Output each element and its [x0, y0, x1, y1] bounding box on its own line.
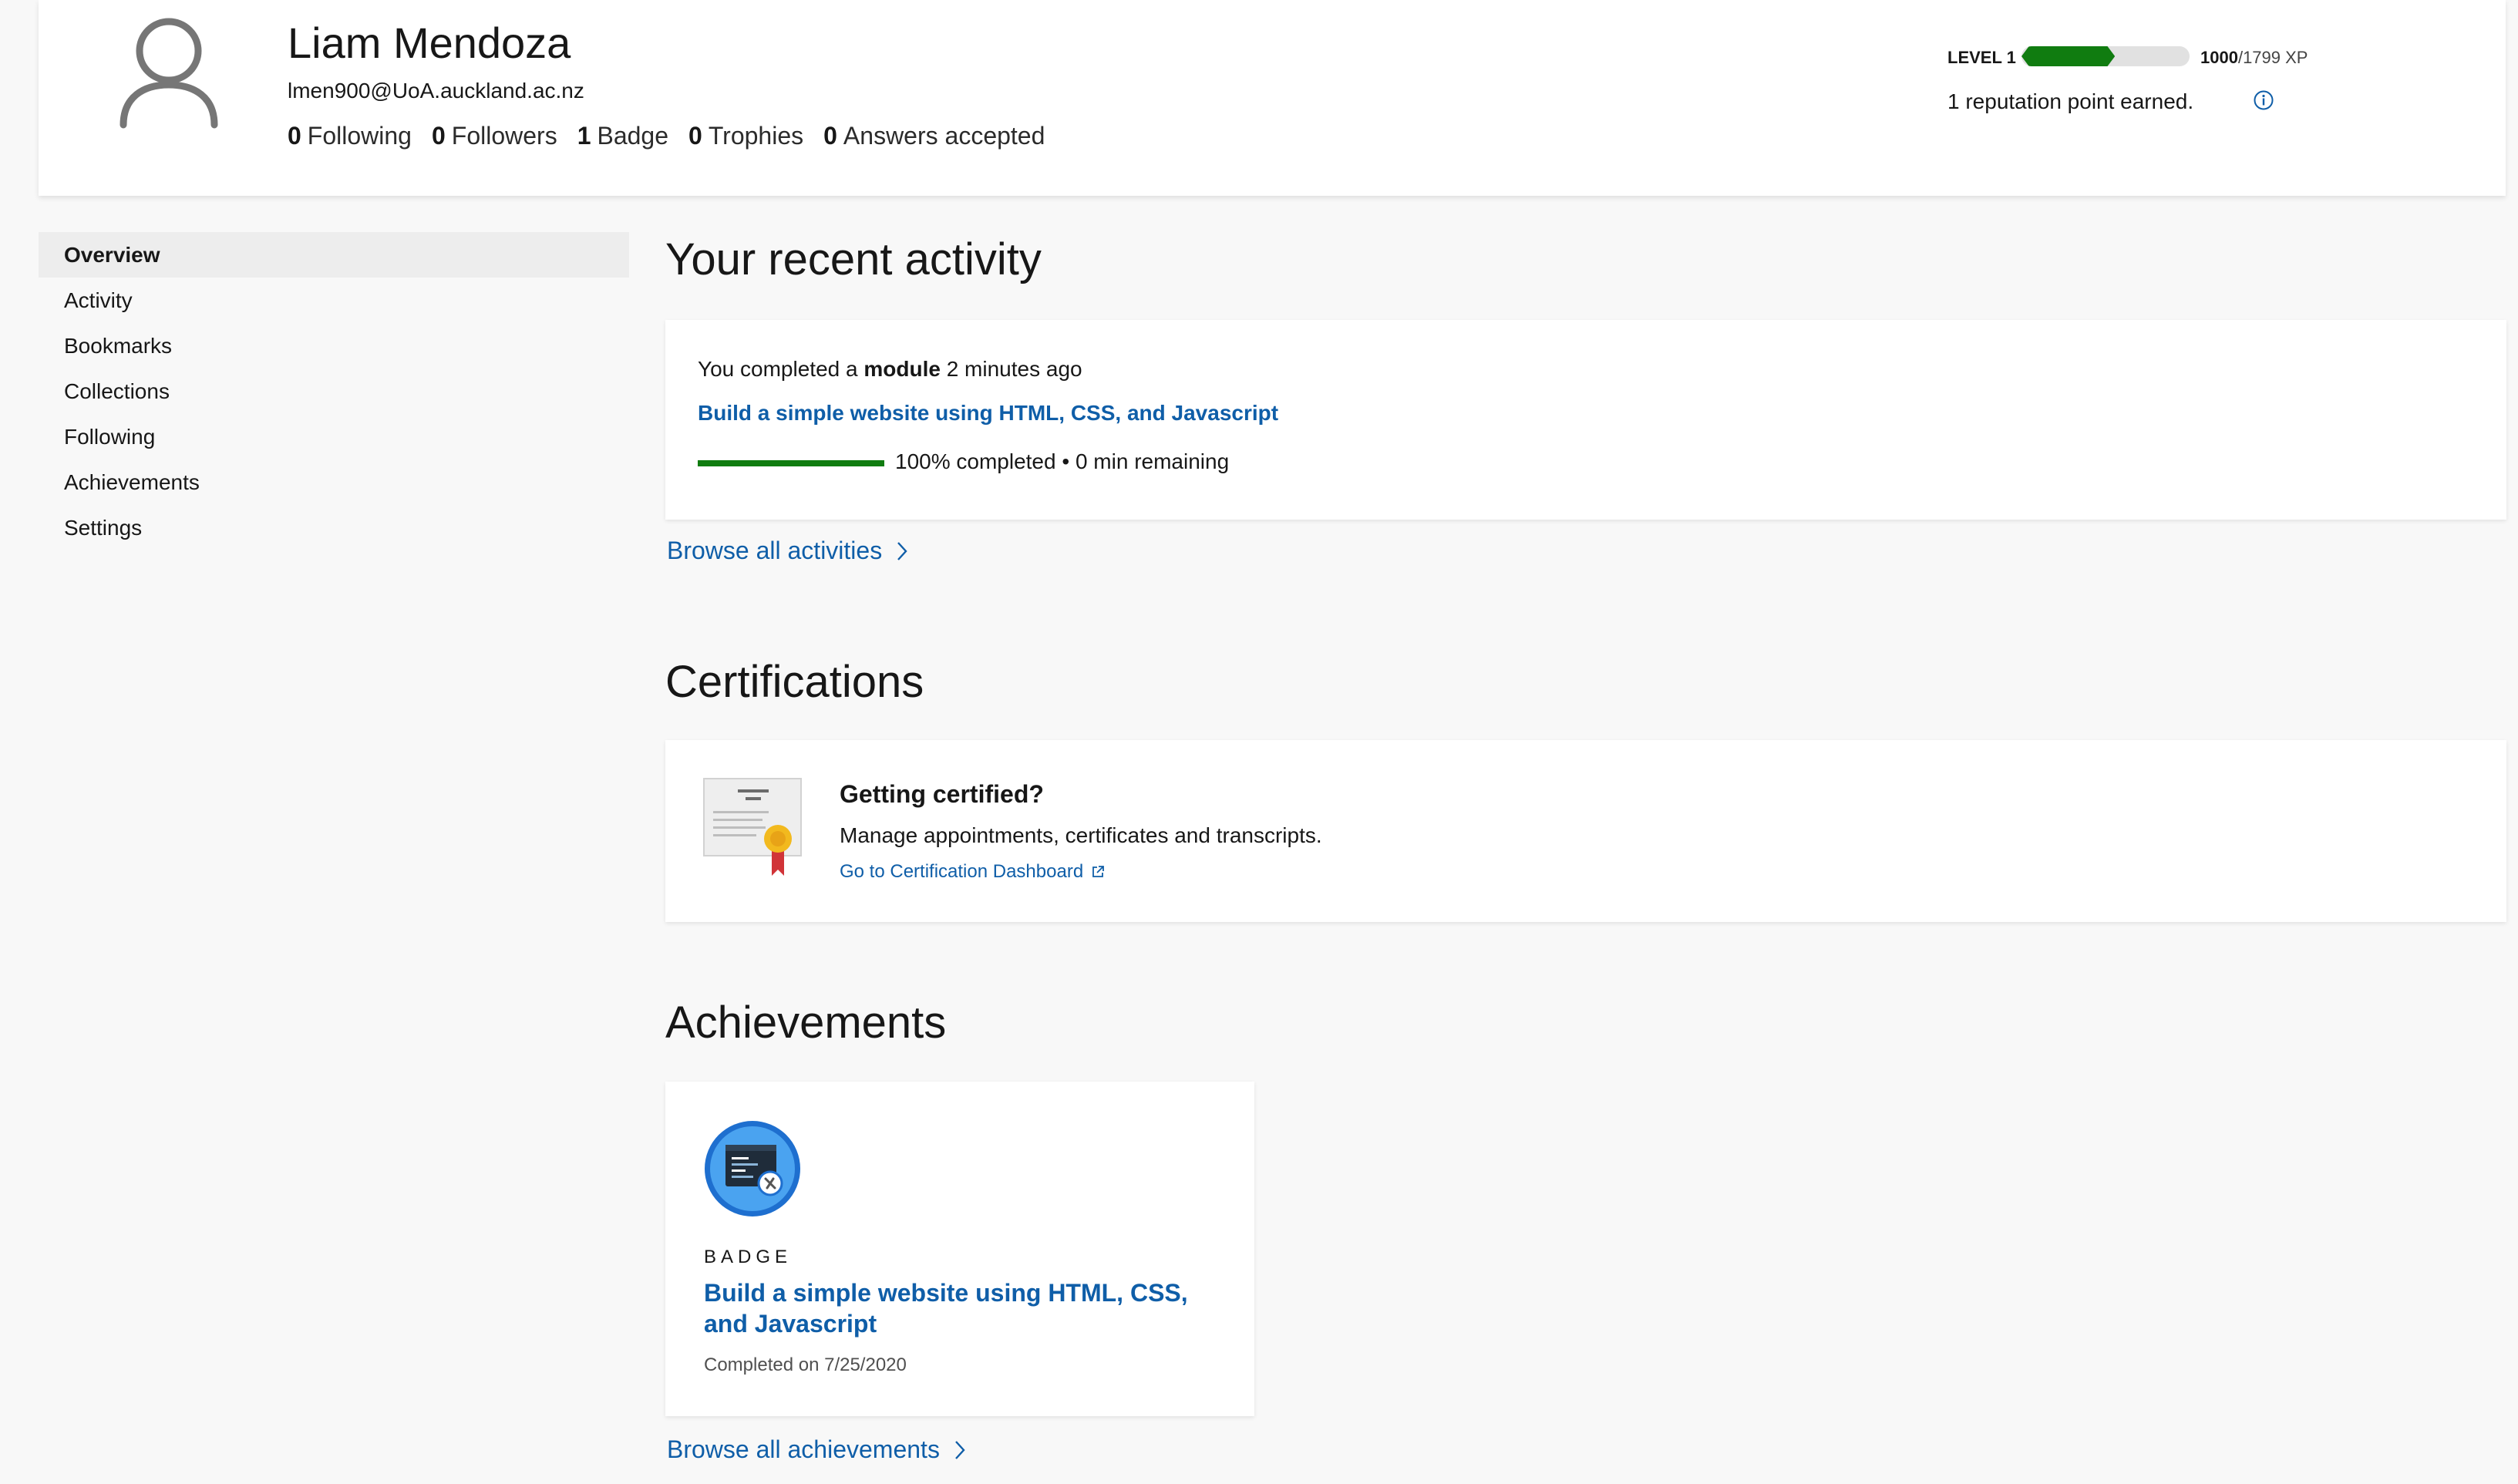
sidebar-item-following[interactable]: Following: [39, 414, 629, 459]
profile-header: Liam Mendoza lmen900@UoA.auckland.ac.nz …: [39, 0, 2506, 196]
stat-value: 0: [431, 122, 446, 150]
stat-label: Followers: [451, 122, 557, 150]
stat-value: 0: [688, 122, 702, 150]
stat-value: 0: [288, 122, 301, 150]
activity-item-type: module: [863, 357, 941, 381]
stat-label: Badge: [597, 122, 669, 150]
activity-time: 2 minutes ago: [940, 357, 1082, 381]
avatar-icon: [119, 15, 219, 130]
browse-activities-label: Browse all activities: [667, 537, 883, 564]
browse-all-activities-link[interactable]: Browse all activities: [667, 537, 908, 565]
activity-prefix: You completed a: [698, 357, 864, 381]
stat-followers[interactable]: 0 Followers: [432, 122, 557, 150]
xp-progress-bar: [2021, 46, 2190, 66]
profile-stats: 0 Following 0 Followers 1 Badge 0 Trophies 0…: [288, 122, 1065, 150]
recent-activity-heading: Your recent activity: [665, 234, 1042, 284]
module-progress-text: 100% completed • 0 min remaining: [895, 449, 1230, 473]
module-link[interactable]: Build a simple website using HTML, CSS, …: [698, 401, 1278, 426]
browse-achievements-label: Browse all achievements: [667, 1435, 940, 1463]
cert-card-title: Getting certified?: [840, 780, 1044, 808]
external-link-icon: [1092, 866, 1105, 877]
stat-following[interactable]: 0 Following: [288, 122, 412, 150]
level-label: LEVEL 1: [1947, 48, 2016, 67]
sidebar-item-activity[interactable]: Activity: [39, 278, 629, 323]
stat-trophies[interactable]: 0 Trophies: [688, 122, 803, 150]
activity-description: You completed a module 2 minutes ago: [698, 357, 1082, 382]
sidebar-item-bookmarks[interactable]: Bookmarks: [39, 323, 629, 368]
certification-card: Getting certified? Manage appointments, …: [665, 740, 2506, 922]
module-progress-bar: [698, 460, 884, 466]
cert-card-description: Manage appointments, certificates and tr…: [840, 823, 1322, 847]
badge-title-link[interactable]: Build a simple website using HTML, CSS, …: [704, 1277, 1228, 1339]
cert-link-label: Go to Certification Dashboard: [840, 861, 1084, 882]
chevron-right-icon: [955, 1440, 965, 1459]
chevron-right-icon: [897, 541, 907, 560]
profile-email: lmen900@UoA.auckland.ac.nz: [288, 79, 584, 103]
stat-badges[interactable]: 1 Badge: [577, 122, 668, 150]
certifications-heading: Certifications: [665, 657, 924, 707]
xp-progress-fill: [2021, 46, 2116, 66]
stat-value: 0: [823, 122, 837, 150]
sidebar-item-collections[interactable]: Collections: [39, 368, 629, 414]
sidebar-item-achievements[interactable]: Achievements: [39, 459, 629, 505]
stat-label: Trophies: [708, 122, 804, 150]
achievement-card[interactable]: BADGE Build a simple website using HTML,…: [665, 1082, 1254, 1416]
stat-label: Answers accepted: [843, 122, 1045, 150]
xp-current: 1000: [2200, 48, 2238, 67]
sidebar-nav: Overview Activity Bookmarks Collections …: [39, 232, 629, 550]
certificate-icon: [702, 777, 807, 890]
achievements-heading: Achievements: [665, 998, 947, 1048]
xp-text: 1000/1799 XP: [2200, 48, 2308, 68]
activity-card: You completed a module 2 minutes ago Bui…: [665, 320, 2506, 520]
module-progress-fill: [698, 460, 884, 466]
sidebar-item-overview[interactable]: Overview: [39, 232, 629, 278]
browse-all-achievements-link[interactable]: Browse all achievements: [667, 1435, 966, 1464]
reputation-text: 1 reputation point earned.: [1947, 89, 2194, 113]
level-area: LEVEL 1 1000/1799 XP 1 reputation point …: [1947, 43, 2379, 120]
stat-label: Following: [307, 122, 412, 150]
code-editor-badge-icon: [702, 1119, 803, 1219]
sidebar-item-settings[interactable]: Settings: [39, 505, 629, 550]
profile-name: Liam Mendoza: [288, 19, 571, 67]
badge-kind-label: BADGE: [704, 1247, 793, 1267]
stat-value: 1: [577, 122, 591, 150]
stat-answers-accepted[interactable]: 0 Answers accepted: [823, 122, 1045, 150]
info-icon[interactable]: [2253, 89, 2274, 111]
badge-completed-date: Completed on 7/25/2020: [704, 1354, 907, 1375]
xp-max: /1799 XP: [2237, 48, 2308, 67]
certification-dashboard-link[interactable]: Go to Certification Dashboard: [840, 861, 1105, 883]
